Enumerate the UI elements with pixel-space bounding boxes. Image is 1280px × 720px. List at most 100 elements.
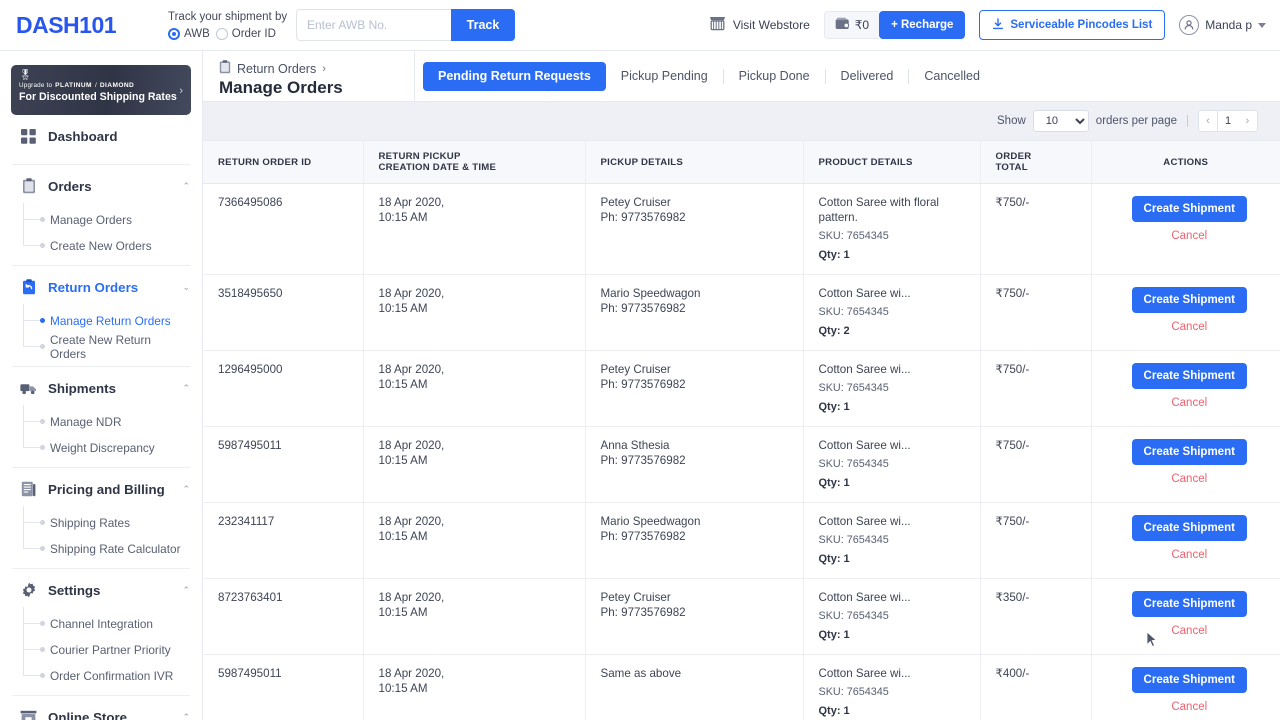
create-shipment-button[interactable]: Create Shipment bbox=[1132, 196, 1247, 222]
col-return-pickup-creation: RETURN PICKUP CREATION DATE & TIME bbox=[363, 141, 585, 184]
cancel-link[interactable]: Cancel bbox=[1107, 229, 1273, 244]
radio-awb-icon[interactable] bbox=[168, 28, 180, 40]
sidebar-item-settings[interactable]: Settings ⌃ bbox=[12, 569, 190, 611]
cancel-link[interactable]: Cancel bbox=[1107, 320, 1273, 335]
radio-orderid-icon[interactable] bbox=[216, 28, 228, 40]
sidebar-item-weight-discrepancy[interactable]: Weight Discrepancy bbox=[34, 435, 190, 460]
tab-pickup-pending[interactable]: Pickup Pending bbox=[606, 62, 723, 91]
create-shipment-button[interactable]: Create Shipment bbox=[1132, 667, 1247, 693]
tab-pickup-done-label: Pickup Done bbox=[739, 69, 810, 83]
sidebar-item-orders-label: Orders bbox=[48, 179, 92, 194]
cell-return-order-id[interactable]: 8723763401 bbox=[203, 579, 363, 655]
cell-order-total: ₹750/- bbox=[980, 427, 1091, 503]
cell-pickup-datetime: 18 Apr 2020,10:15 AM bbox=[363, 427, 585, 503]
status-tabs: Pending Return Requests Pickup Pending P… bbox=[415, 51, 995, 101]
pagination-page-1[interactable]: 1 bbox=[1218, 110, 1238, 132]
cell-return-order-id[interactable]: 5987495011 bbox=[203, 427, 363, 503]
cell-return-order-id[interactable]: 3518495650 bbox=[203, 275, 363, 351]
upgrade-badge-icon: 🎖 bbox=[19, 70, 171, 81]
pagination-next-button[interactable]: › bbox=[1238, 110, 1258, 132]
tab-cancelled[interactable]: Cancelled bbox=[909, 62, 995, 91]
cell-pickup-datetime: 18 Apr 2020,10:15 AM bbox=[363, 275, 585, 351]
sidebar-item-channel-integration[interactable]: Channel Integration bbox=[34, 611, 190, 636]
cell-return-order-id[interactable]: 1296495000 bbox=[203, 351, 363, 427]
sidebar-item-shipping-rates[interactable]: Shipping Rates bbox=[34, 510, 190, 535]
sidebar-item-shipping-rate-calculator[interactable]: Shipping Rate Calculator bbox=[34, 536, 190, 561]
radio-option-orderid[interactable]: Order ID bbox=[216, 28, 276, 40]
cell-return-order-id[interactable]: 5987495011 bbox=[203, 655, 363, 720]
sidebar-item-manage-orders[interactable]: Manage Orders bbox=[34, 207, 190, 232]
create-shipment-button[interactable]: Create Shipment bbox=[1132, 287, 1247, 313]
tab-delivered[interactable]: Delivered bbox=[826, 62, 909, 91]
recharge-button[interactable]: + Recharge bbox=[879, 11, 965, 39]
create-shipment-button[interactable]: Create Shipment bbox=[1132, 515, 1247, 541]
chevron-up-icon[interactable]: ⌃ bbox=[182, 713, 190, 720]
sidebar-subitems-pricing: Shipping Rates Shipping Rate Calculator bbox=[12, 510, 190, 561]
tab-pickup-done[interactable]: Pickup Done bbox=[724, 62, 825, 91]
create-shipment-button[interactable]: Create Shipment bbox=[1132, 591, 1247, 617]
cell-product-details: Cotton Saree wi...SKU: 7654345Qty: 2 bbox=[803, 275, 980, 351]
product-qty: Qty: 1 bbox=[819, 476, 972, 491]
serviceable-pincodes-button[interactable]: Serviceable Pincodes List bbox=[979, 10, 1165, 40]
track-type-radio-group: AWB Order ID bbox=[168, 28, 288, 40]
sidebar-item-online-store[interactable]: Online Store ⌃ bbox=[12, 696, 190, 720]
wallet-balance[interactable]: ₹0 bbox=[824, 11, 879, 39]
awb-input[interactable] bbox=[296, 9, 451, 41]
visit-webstore-link[interactable]: Visit Webstore bbox=[709, 16, 810, 34]
track-shipment-group: Track your shipment by AWB Order ID bbox=[168, 10, 288, 40]
sidebar-item-dashboard[interactable]: Dashboard bbox=[12, 115, 190, 157]
sidebar-item-courier-partner-priority[interactable]: Courier Partner Priority bbox=[34, 637, 190, 662]
per-page-label: orders per page bbox=[1096, 115, 1177, 127]
upgrade-promo-banner[interactable]: 🎖 Upgrade to PLATINUM / DIAMOND For Disc… bbox=[11, 65, 191, 115]
cancel-link[interactable]: Cancel bbox=[1107, 472, 1273, 487]
chevron-up-icon[interactable]: ⌃ bbox=[182, 485, 190, 494]
cancel-link[interactable]: Cancel bbox=[1107, 548, 1273, 563]
sidebar-nav: Dashboard Orders ⌃ Manage Orders Create … bbox=[0, 115, 202, 720]
cancel-link[interactable]: Cancel bbox=[1107, 700, 1273, 715]
col-actions-l1: ACTIONS bbox=[1092, 157, 1280, 168]
tab-pending-return-requests[interactable]: Pending Return Requests bbox=[423, 62, 606, 91]
sidebar-item-orders[interactable]: Orders ⌃ bbox=[12, 165, 190, 207]
cell-pickup-details: Petey CruiserPh: 9773576982 bbox=[585, 351, 803, 427]
product-qty: Qty: 1 bbox=[819, 552, 972, 567]
app-logo[interactable]: DASH101 bbox=[0, 12, 160, 39]
chevron-down-icon[interactable]: ⌄ bbox=[182, 283, 190, 292]
sidebar-item-pricing-and-billing[interactable]: Pricing and Billing ⌃ bbox=[12, 468, 190, 510]
col-pickup-details-l1: PICKUP DETAILS bbox=[601, 157, 803, 168]
pagination-prev-button[interactable]: ‹ bbox=[1198, 110, 1218, 132]
sidebar-subitems-orders: Manage Orders Create New Orders bbox=[12, 207, 190, 258]
sidebar-item-shipments[interactable]: Shipments ⌃ bbox=[12, 367, 190, 409]
sidebar-item-manage-return-orders[interactable]: Manage Return Orders bbox=[34, 308, 190, 333]
cell-return-order-id[interactable]: 232341117 bbox=[203, 503, 363, 579]
return-orders-table: RETURN ORDER ID RETURN PICKUP CREATION D… bbox=[203, 140, 1280, 720]
cancel-link[interactable]: Cancel bbox=[1107, 624, 1273, 639]
col-return-order-id: RETURN ORDER ID bbox=[203, 141, 363, 184]
sidebar-item-manage-ndr[interactable]: Manage NDR bbox=[34, 409, 190, 434]
radio-option-awb[interactable]: AWB bbox=[168, 28, 210, 40]
create-shipment-button[interactable]: Create Shipment bbox=[1132, 439, 1247, 465]
cell-return-order-id[interactable]: 7366495086 bbox=[203, 184, 363, 275]
chevron-up-icon[interactable]: ⌃ bbox=[182, 182, 190, 191]
sidebar-item-return-orders[interactable]: Return Orders ⌄ bbox=[12, 266, 190, 308]
chevron-up-icon[interactable]: ⌃ bbox=[182, 384, 190, 393]
sidebar-item-return-orders-label: Return Orders bbox=[48, 280, 138, 295]
cancel-link[interactable]: Cancel bbox=[1107, 396, 1273, 411]
sidebar-item-order-confirmation-ivr[interactable]: Order Confirmation IVR bbox=[34, 663, 190, 688]
track-button[interactable]: Track bbox=[451, 9, 515, 41]
sidebar-item-create-new-orders[interactable]: Create New Orders bbox=[34, 233, 190, 258]
sidebar-item-create-new-return-orders[interactable]: Create New Return Orders bbox=[34, 334, 190, 359]
create-shipment-button[interactable]: Create Shipment bbox=[1132, 363, 1247, 389]
product-sku: SKU: 7654345 bbox=[819, 381, 972, 396]
chevron-right-icon[interactable]: › bbox=[179, 85, 183, 97]
cell-actions: Create Shipment Cancel bbox=[1091, 579, 1280, 655]
page-size-select[interactable]: 102550100 bbox=[1033, 110, 1089, 132]
sidebar-item-manage-orders-label: Manage Orders bbox=[50, 213, 132, 227]
user-menu[interactable]: Manda p bbox=[1179, 15, 1266, 35]
sidebar-subitems-settings: Channel Integration Courier Partner Prio… bbox=[12, 611, 190, 688]
chevron-down-icon[interactable] bbox=[1258, 23, 1266, 28]
breadcrumb-parent[interactable]: Return Orders bbox=[237, 62, 316, 76]
radio-orderid-label: Order ID bbox=[232, 28, 276, 40]
col-product-details: PRODUCT DETAILS bbox=[803, 141, 980, 184]
upgrade-promo-line2: For Discounted Shipping Rates bbox=[19, 91, 171, 103]
chevron-up-icon[interactable]: ⌃ bbox=[182, 586, 190, 595]
